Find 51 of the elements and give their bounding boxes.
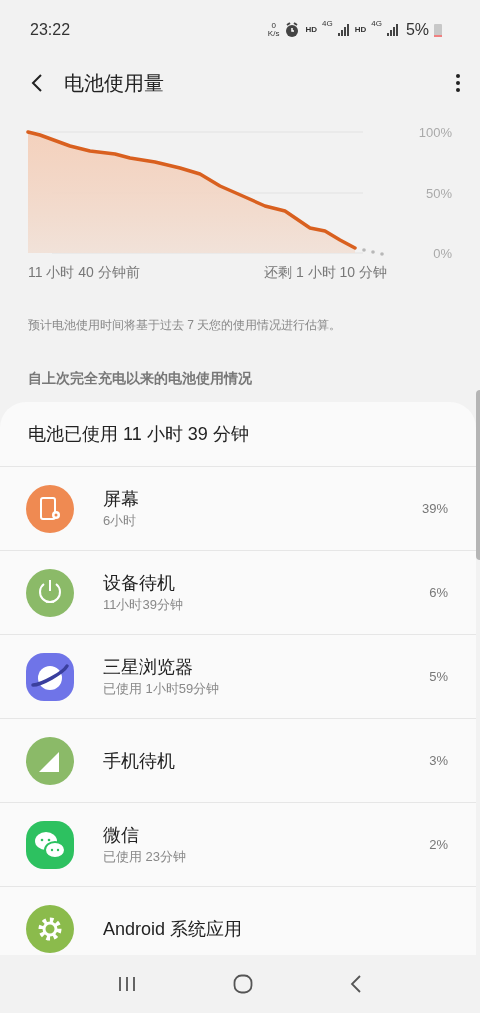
status-time: 23:22: [30, 20, 71, 40]
chat-bubbles-icon: [26, 820, 74, 869]
start-time-label: 11 小时 40 分钟前: [28, 263, 140, 282]
hd-label: HD: [354, 24, 367, 36]
usage-percent: 2%: [429, 835, 448, 854]
usage-row[interactable]: 微信 已使用 23分钟 2%: [0, 802, 476, 886]
usage-row[interactable]: 手机待机 3%: [0, 718, 476, 802]
network-type: 4G: [321, 20, 333, 28]
section-title: 自上次完全充电以来的电池使用情况: [27, 369, 253, 388]
planet-icon: [26, 652, 74, 701]
usage-percent: 3%: [429, 751, 448, 770]
usage-percent: 5%: [429, 667, 448, 686]
app-name: 手机待机: [103, 749, 175, 773]
back-icon: [31, 73, 43, 93]
signal-icon: [337, 24, 350, 36]
projection-dots: [362, 248, 384, 256]
net-speed-unit: K/s: [267, 30, 280, 38]
battery-percent: 5%: [405, 20, 429, 40]
app-name: 三星浏览器: [103, 655, 194, 679]
usage-row[interactable]: 三星浏览器 已使用 1小时59分钟 5%: [0, 634, 476, 718]
y-axis-label: 0%: [433, 246, 452, 261]
usage-time: 11小时39分钟: [103, 595, 183, 614]
page-title: 电池使用量: [64, 71, 164, 96]
y-axis-label: 100%: [418, 125, 452, 140]
hd-label: HD: [305, 24, 317, 36]
usage-time: 已使用 23分钟: [103, 847, 187, 866]
more-icon: [456, 74, 460, 92]
net-speed-value: 0: [271, 22, 276, 30]
usage-percent: 6%: [429, 583, 448, 602]
phone-gear-icon: [26, 484, 74, 533]
usage-row[interactable]: 设备待机 11小时39分钟 6%: [0, 550, 476, 634]
back-icon: [349, 975, 362, 993]
usage-percent: 39%: [421, 499, 448, 518]
app-name: 设备待机: [103, 571, 176, 595]
usage-summary: 电池已使用 11 小时 39 分钟: [27, 422, 250, 446]
estimate-note: 预计电池使用时间将基于过去 7 天您的使用情况进行估算。: [27, 317, 343, 334]
remaining-time-label: 还剩 1 小时 10 分钟: [264, 263, 387, 282]
app-name: 微信: [103, 823, 140, 847]
app-name: Android 系统应用: [103, 917, 243, 941]
usage-row[interactable]: 屏幕 6小时 39%: [0, 466, 476, 550]
home-icon: [233, 974, 253, 994]
recent-apps-icon: [118, 976, 137, 992]
network-type: 4G: [371, 20, 382, 28]
usage-time: 6小时: [103, 511, 138, 530]
signal-icon: [386, 24, 399, 36]
alarm-icon: [284, 22, 301, 38]
usage-time: 已使用 1小时59分钟: [103, 679, 220, 698]
app-name: 屏幕: [103, 487, 139, 511]
power-icon: [26, 568, 74, 617]
y-axis-label: 50%: [425, 186, 452, 201]
battery-icon: [434, 23, 442, 37]
